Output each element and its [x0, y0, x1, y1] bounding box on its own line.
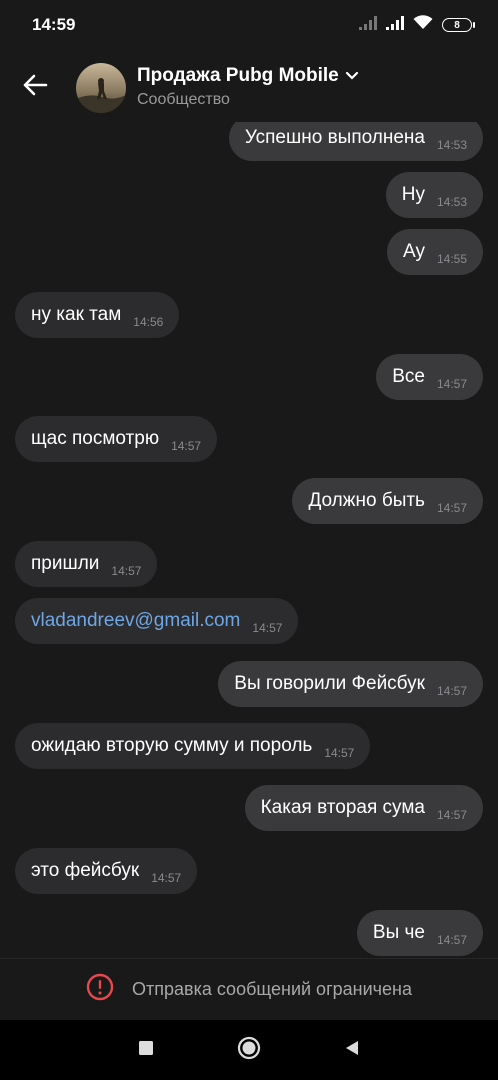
- message-time: 14:57: [436, 501, 467, 515]
- message-time: 14:56: [133, 315, 164, 329]
- message-time: 14:57: [252, 621, 283, 635]
- outgoing-message[interactable]: Вы че 14:57: [356, 910, 483, 956]
- incoming-message[interactable]: vladandreev@gmail.com 14:57: [15, 598, 299, 644]
- message-time: 14:55: [436, 252, 467, 266]
- message-list[interactable]: Успешно выполнена 14:53 Ну 14:53 Ау 14:55 ну к…: [0, 0, 498, 958]
- outgoing-message[interactable]: Какая вторая сума 14:57: [244, 785, 483, 831]
- message-link[interactable]: vladandreev@gmail.com: [31, 610, 240, 632]
- message-time: 14:57: [436, 933, 467, 947]
- signal-icon: [386, 15, 404, 35]
- back-button[interactable]: [18, 70, 52, 104]
- avatar[interactable]: [76, 63, 126, 113]
- chat-title-text: Продажа Pubg Mobile: [137, 65, 339, 86]
- nav-back-button[interactable]: [340, 1038, 364, 1062]
- outgoing-message[interactable]: Ну 14:53: [385, 172, 483, 218]
- incoming-message[interactable]: пришли 14:57: [15, 541, 158, 587]
- arrow-left-icon: [22, 74, 48, 101]
- restriction-bar: Отправка сообщений ограничена: [0, 958, 498, 1020]
- battery-level: 8: [454, 19, 460, 31]
- message-text: Успешно выполнена: [244, 127, 425, 148]
- wifi-icon: [413, 15, 433, 35]
- message-time: 14:53: [436, 195, 467, 209]
- recents-button[interactable]: [134, 1038, 158, 1062]
- message-time: 14:57: [436, 684, 467, 698]
- chat-title[interactable]: Продажа Pubg Mobile: [137, 65, 359, 87]
- message-text: Вы че: [372, 922, 425, 943]
- status-bar: 14:59 8: [0, 0, 498, 52]
- signal-icon: [359, 15, 377, 35]
- message-text: пришли: [31, 553, 100, 574]
- status-time: 14:59: [32, 15, 76, 34]
- battery-icon: 8: [442, 18, 475, 32]
- incoming-message[interactable]: ну как там 14:56: [15, 292, 180, 338]
- restriction-text: Отправка сообщений ограничена: [132, 979, 412, 999]
- message-text: Ау: [403, 241, 425, 262]
- message-text: ну как там: [31, 304, 122, 325]
- message-text: ожидаю вторую сумму и пороль: [31, 735, 313, 756]
- circle-icon: [237, 1036, 261, 1065]
- message-time: 14:57: [111, 564, 142, 578]
- triangle-back-icon: [343, 1039, 361, 1062]
- message-time: 14:57: [151, 871, 182, 885]
- message-text: Все: [392, 366, 425, 387]
- message-time: 14:57: [171, 439, 202, 453]
- message-text: Ну: [401, 184, 425, 205]
- message-time: 14:57: [324, 746, 355, 760]
- home-button[interactable]: [237, 1036, 261, 1065]
- status-icons: 8: [359, 14, 475, 36]
- incoming-message[interactable]: щас посмотрю 14:57: [15, 416, 218, 462]
- outgoing-message[interactable]: Вы говорили Фейсбук 14:57: [218, 661, 483, 707]
- message-time: 14:57: [436, 808, 467, 822]
- incoming-message[interactable]: это фейсбук 14:57: [15, 848, 198, 894]
- system-nav-bar: [0, 1020, 498, 1080]
- message-time: 14:57: [436, 377, 467, 391]
- chat-title-block[interactable]: Продажа Pubg Mobile Сообщество: [137, 65, 359, 109]
- chat-subtitle: Сообщество: [137, 91, 230, 108]
- message-text: щас посмотрю: [31, 428, 160, 449]
- message-time: 14:53: [436, 138, 467, 152]
- chevron-down-icon: [345, 65, 359, 87]
- outgoing-message[interactable]: Ау 14:55: [387, 229, 483, 275]
- square-icon: [138, 1040, 154, 1061]
- message-text: Вы говорили Фейсбук: [234, 673, 425, 694]
- incoming-message[interactable]: ожидаю вторую сумму и пороль 14:57: [15, 723, 371, 769]
- alert-circle-icon: [86, 973, 114, 1006]
- outgoing-message[interactable]: Должно быть 14:57: [292, 478, 483, 524]
- message-text: Какая вторая сума: [260, 797, 425, 818]
- chat-header: Продажа Pubg Mobile Сообщество: [0, 52, 498, 122]
- message-text: Должно быть: [308, 490, 425, 511]
- outgoing-message[interactable]: Все 14:57: [376, 354, 483, 400]
- message-text: это фейсбук: [31, 860, 140, 881]
